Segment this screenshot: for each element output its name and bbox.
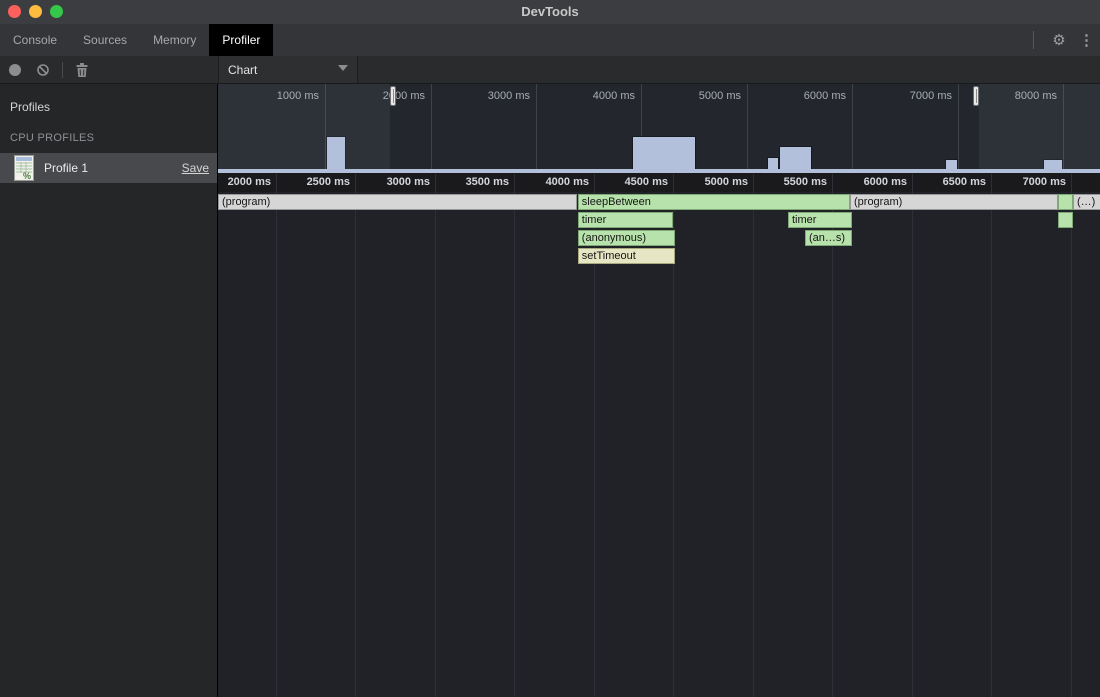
flame-bar-timer[interactable]: timer [578,212,673,228]
view-mode-value: Chart [228,63,257,77]
title-bar: DevTools [0,0,1100,24]
profiles-sidebar: Profiles CPU PROFILES % Profile 1 Save [0,84,218,697]
tab-bar: ConsoleSourcesMemoryProfiler ⚙ ⋮ [0,24,1100,56]
timeline-gridline [355,174,356,697]
overview-cpu-bar [779,146,812,169]
profile-list-item[interactable]: % Profile 1 Save [0,153,217,183]
trash-icon[interactable] [75,62,89,78]
ruler-tick-label: 3000 ms [350,176,430,190]
flame-bar-anonymous[interactable]: (an…s) [805,230,852,246]
overview-right-handle[interactable] [973,86,979,106]
toolbar-divider [1033,31,1034,49]
overview-gridline [431,84,432,169]
flame-bar-timer[interactable] [1058,212,1073,228]
profile-name: Profile 1 [44,161,182,175]
flame-bar-anonymous[interactable]: (anonymous) [578,230,675,246]
flame-bar-sleepbetween[interactable] [1058,194,1073,210]
gear-icon[interactable]: ⚙ [1044,31,1074,49]
record-icon[interactable] [9,64,21,76]
overview-axis-label: 3000 ms [456,90,530,103]
ruler-tick-label: 7500 ms [1065,176,1100,190]
flame-bar-sleepbetween[interactable]: sleepBetween [578,194,850,210]
timeline-gridline [276,174,277,697]
ruler-tick-label: 6500 ms [906,176,986,190]
overview-unselected-region [218,84,390,169]
window-title: DevTools [0,4,1100,19]
ruler-tick-label: 4500 ms [588,176,668,190]
sidebar-heading: Profiles [10,100,50,114]
overview-unselected-region [979,84,1100,169]
ruler-tick-label: 5000 ms [668,176,748,190]
timeline-gridline [991,174,992,697]
ruler-tick-label: 5500 ms [747,176,827,190]
tab-sources[interactable]: Sources [70,24,140,56]
overview-gridline [852,84,853,169]
profiler-toolbar: Chart [0,56,1100,84]
overview-left-handle[interactable] [390,86,396,106]
overflow-menu-icon[interactable]: ⋮ [1074,31,1100,49]
overview-cpu-bar [945,159,958,169]
timeline-gridline [832,174,833,697]
ruler-tick-label: 2500 ms [270,176,350,190]
flame-bar-program[interactable]: (program) [850,194,1058,210]
chevron-down-icon [338,65,348,71]
clear-icon[interactable] [37,64,49,76]
flame-chart-pane: 1000 ms2000 ms3000 ms4000 ms5000 ms6000 … [218,84,1100,697]
overview-gridline [747,84,748,169]
timeline-overview[interactable]: 1000 ms2000 ms3000 ms4000 ms5000 ms6000 … [218,84,1100,173]
tab-console[interactable]: Console [0,24,70,56]
flame-bar-timer[interactable]: timer [788,212,852,228]
svg-text:%: % [23,171,31,181]
timeline-gridline [514,174,515,697]
timeline-gridline [912,174,913,697]
overview-axis-label: 6000 ms [772,90,846,103]
flame-bar-settimeout[interactable]: setTimeout [578,248,675,264]
timeline-gridline [1071,174,1072,697]
profile-document-icon: % [14,155,34,181]
ruler-tick-label: 6000 ms [827,176,907,190]
overview-axis-label: 7000 ms [878,90,952,103]
ruler-tick-label: 2000 ms [218,176,271,190]
overview-axis-label: 4000 ms [561,90,635,103]
flame-bar-program[interactable]: (program) [218,194,577,210]
sidebar-group-label: CPU PROFILES [10,132,94,144]
overview-gridline [536,84,537,169]
overview-cpu-bar [767,157,779,169]
overview-axis-label: 5000 ms [667,90,741,103]
view-mode-select[interactable]: Chart [218,56,358,83]
overview-gridline [958,84,959,169]
tab-profiler[interactable]: Profiler [209,24,273,56]
ruler-tick-label: 7000 ms [986,176,1066,190]
ruler-tick-label: 3500 ms [429,176,509,190]
timeline-gridline [753,174,754,697]
tab-memory[interactable]: Memory [140,24,209,56]
overview-cpu-bar [632,136,696,169]
timeline-gridline [435,174,436,697]
flame-bar-program[interactable]: (…) [1073,194,1100,210]
ruler-tick-label: 4000 ms [509,176,589,190]
toolbar-divider [62,62,63,78]
profile-save-link[interactable]: Save [182,161,209,175]
